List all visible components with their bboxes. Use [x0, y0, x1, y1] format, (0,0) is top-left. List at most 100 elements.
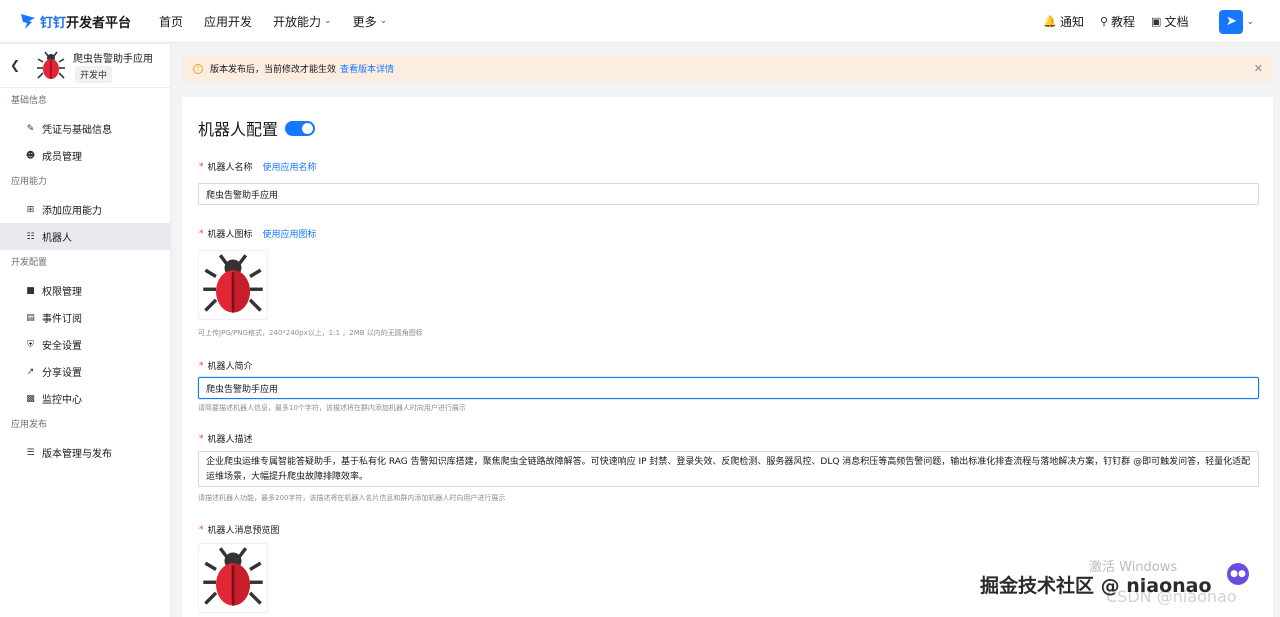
sidebar-item-label: 添加应用能力 — [42, 206, 102, 217]
user-icon: ☻ — [25, 150, 36, 161]
close-icon[interactable]: ✕ — [1254, 62, 1263, 75]
sidebar-item-versions[interactable]: ☰ 版本管理与发布 — [0, 439, 170, 466]
release-notice-banner: ! 版本发布后，当前修改才能生效 查看版本详情 ✕ — [182, 55, 1273, 82]
sidebar-item-security[interactable]: ⛨ 安全设置 — [0, 331, 170, 358]
required-mark: * — [199, 228, 204, 239]
sidebar-section-capability: 应用能力 — [11, 177, 48, 187]
nav-open-capability-label: 开放能力 — [273, 14, 322, 29]
top-navbar: 钉钉开发者平台 首页 应用开发 开放能力 ⌄ 更多 ⌄ 🔔 通知 ⚲ 教程 ▣ 文档 ➤ … — [0, 0, 1280, 43]
tutorial-label: 教程 — [1111, 15, 1136, 29]
share-icon: ↗ — [26, 366, 35, 377]
app-header: ❮ 爬虫告警助手应用 开发中 — [0, 44, 170, 88]
sidebar-item-label: 凭证与基础信息 — [42, 125, 112, 136]
paper-plane-icon: ➤ — [1226, 14, 1237, 29]
nav-home-label: 首页 — [159, 14, 184, 29]
bug-icon — [203, 254, 263, 313]
warning-icon: ! — [193, 63, 203, 74]
robot-name-field[interactable]: 爬虫告警助手应用 — [198, 183, 1259, 205]
nav-more[interactable]: 更多 ⌄ — [353, 13, 388, 30]
robot-config-card: 机器人配置 * 机器人名称 使用应用名称 爬虫告警助手应用 * 机器人图标 使用应用图标… — [182, 97, 1273, 617]
required-mark: * — [199, 161, 204, 172]
sidebar-item-add-capability[interactable]: ⊞ 添加应用能力 — [0, 196, 170, 223]
credential-icon: ✎ — [26, 123, 35, 134]
logo-prefix: 钉钉 — [40, 15, 67, 31]
sidebar-item-members[interactable]: ☻ 成员管理 — [0, 142, 170, 169]
required-mark: * — [199, 524, 204, 535]
app-bug-icon — [37, 51, 65, 79]
sidebar-item-label: 分享设置 — [42, 368, 82, 379]
robot-intro-label: * 机器人简介 — [199, 359, 253, 373]
sidebar-item-events[interactable]: ▤ 事件订阅 — [0, 304, 170, 331]
notice-text: 版本发布后，当前修改才能生效 — [210, 65, 337, 75]
page-title: 机器人配置 — [198, 116, 316, 140]
sidebar-item-label: 监控中心 — [42, 395, 82, 406]
nav-home[interactable]: 首页 — [159, 13, 183, 30]
robot-icon: ☷ — [26, 231, 35, 242]
robot-preview-label: * 机器人消息预览图 — [199, 523, 280, 537]
robot-icon-label-text: 机器人图标 — [207, 230, 253, 240]
sidebar-item-label: 安全设置 — [42, 341, 82, 352]
sidebar-item-label: 成员管理 — [42, 152, 82, 163]
sidebar-item-credentials[interactable]: ✎ 凭证与基础信息 — [0, 115, 170, 142]
top-right-actions: 🔔 通知 ⚲ 教程 ▣ 文档 ➤ ⌄ — [1027, 0, 1254, 43]
event-icon: ▤ — [26, 312, 35, 323]
notify-link[interactable]: 🔔 通知 — [1043, 13, 1084, 30]
book-icon: ▣ — [1151, 15, 1162, 28]
sidebar-section-dev-config: 开发配置 — [11, 258, 48, 268]
sidebar-item-robot[interactable]: ☷ 机器人 — [0, 223, 170, 250]
use-app-icon-link[interactable]: 使用应用图标 — [263, 227, 317, 240]
robot-preview-upload[interactable] — [198, 543, 268, 613]
robot-enable-toggle[interactable] — [285, 120, 316, 136]
user-avatar[interactable]: ➤ — [1219, 9, 1244, 34]
monitor-icon: ▩ — [26, 393, 35, 404]
sidebar-section-basic: 基础信息 — [11, 96, 48, 106]
robot-intro-label-text: 机器人简介 — [207, 362, 253, 372]
chevron-down-icon: ⌄ — [324, 16, 332, 26]
required-mark: * — [199, 360, 204, 371]
app-status-badge: 开发中 — [75, 66, 113, 83]
shield-icon: ⛨ — [27, 339, 34, 350]
chevron-left-icon[interactable]: ❮ — [10, 58, 20, 72]
lock-icon: ■ — [26, 285, 35, 296]
page-title-text: 机器人配置 — [198, 120, 279, 139]
robot-desc-textarea[interactable]: 企业爬虫运维专属智能答疑助手，基于私有化 RAG 告警知识库搭建，聚焦爬虫全链路… — [198, 451, 1259, 487]
sidebar-item-permissions[interactable]: ■ 权限管理 — [0, 277, 170, 304]
robot-desc-label-text: 机器人描述 — [207, 435, 253, 445]
robot-intro-hint: 请简要描述机器人信息，最多10个字符，该描述将在群内添加机器人时向用户进行展示 — [198, 404, 466, 412]
dingtalk-logo-icon — [21, 14, 35, 29]
sidebar-item-label: 事件订阅 — [42, 314, 82, 325]
sidebar-section-release: 应用发布 — [11, 420, 48, 430]
sidebar-item-label: 权限管理 — [42, 287, 82, 298]
logo-suffix: 开发者平台 — [66, 15, 132, 31]
sidebar-item-monitor[interactable]: ▩ 监控中心 — [0, 385, 170, 412]
notify-label: 通知 — [1059, 15, 1084, 29]
bot-face-icon: ●● — [1230, 569, 1246, 579]
nav-more-label: 更多 — [352, 14, 377, 29]
grid-icon: ⊞ — [26, 204, 35, 215]
robot-name-label-text: 机器人名称 — [207, 163, 253, 173]
tutorial-link[interactable]: ⚲ 教程 — [1100, 13, 1135, 30]
nav-app-dev[interactable]: 应用开发 — [204, 13, 252, 30]
robot-intro-field[interactable]: 爬虫告警助手应用 — [198, 377, 1259, 399]
bell-icon: 🔔 — [1043, 15, 1057, 28]
main-nav: 首页 应用开发 开放能力 ⌄ 更多 ⌄ — [159, 13, 408, 30]
nav-open-capability[interactable]: 开放能力 ⌄ — [273, 13, 332, 30]
docs-link[interactable]: ▣ 文档 — [1151, 13, 1188, 30]
docs-label: 文档 — [1164, 15, 1189, 29]
sidebar-item-share[interactable]: ↗ 分享设置 — [0, 358, 170, 385]
robot-preview-label-text: 机器人消息预览图 — [207, 526, 280, 536]
community-watermark: 掘金技术社区 @ niaonao — [980, 575, 1212, 597]
layers-icon: ☰ — [26, 447, 35, 458]
sidebar-item-label: 版本管理与发布 — [42, 449, 112, 460]
robot-name-label: * 机器人名称 使用应用名称 — [199, 160, 317, 174]
notice-version-link[interactable]: 查看版本详情 — [340, 62, 394, 75]
chevron-down-icon[interactable]: ⌄ — [1246, 17, 1254, 27]
robot-desc-hint: 请描述机器人功能，最多200字符，该描述将在机器人名片信息和群内添加机器人时向用… — [198, 494, 506, 502]
use-app-name-link[interactable]: 使用应用名称 — [263, 160, 317, 173]
assistant-bot-button[interactable]: ●● — [1227, 563, 1249, 585]
sidebar-item-label: 机器人 — [42, 233, 72, 244]
dingtalk-logo[interactable]: 钉钉开发者平台 — [20, 12, 150, 31]
robot-icon-upload[interactable] — [198, 250, 268, 320]
nav-app-dev-label: 应用开发 — [204, 14, 253, 29]
robot-desc-label: * 机器人描述 — [199, 432, 253, 446]
